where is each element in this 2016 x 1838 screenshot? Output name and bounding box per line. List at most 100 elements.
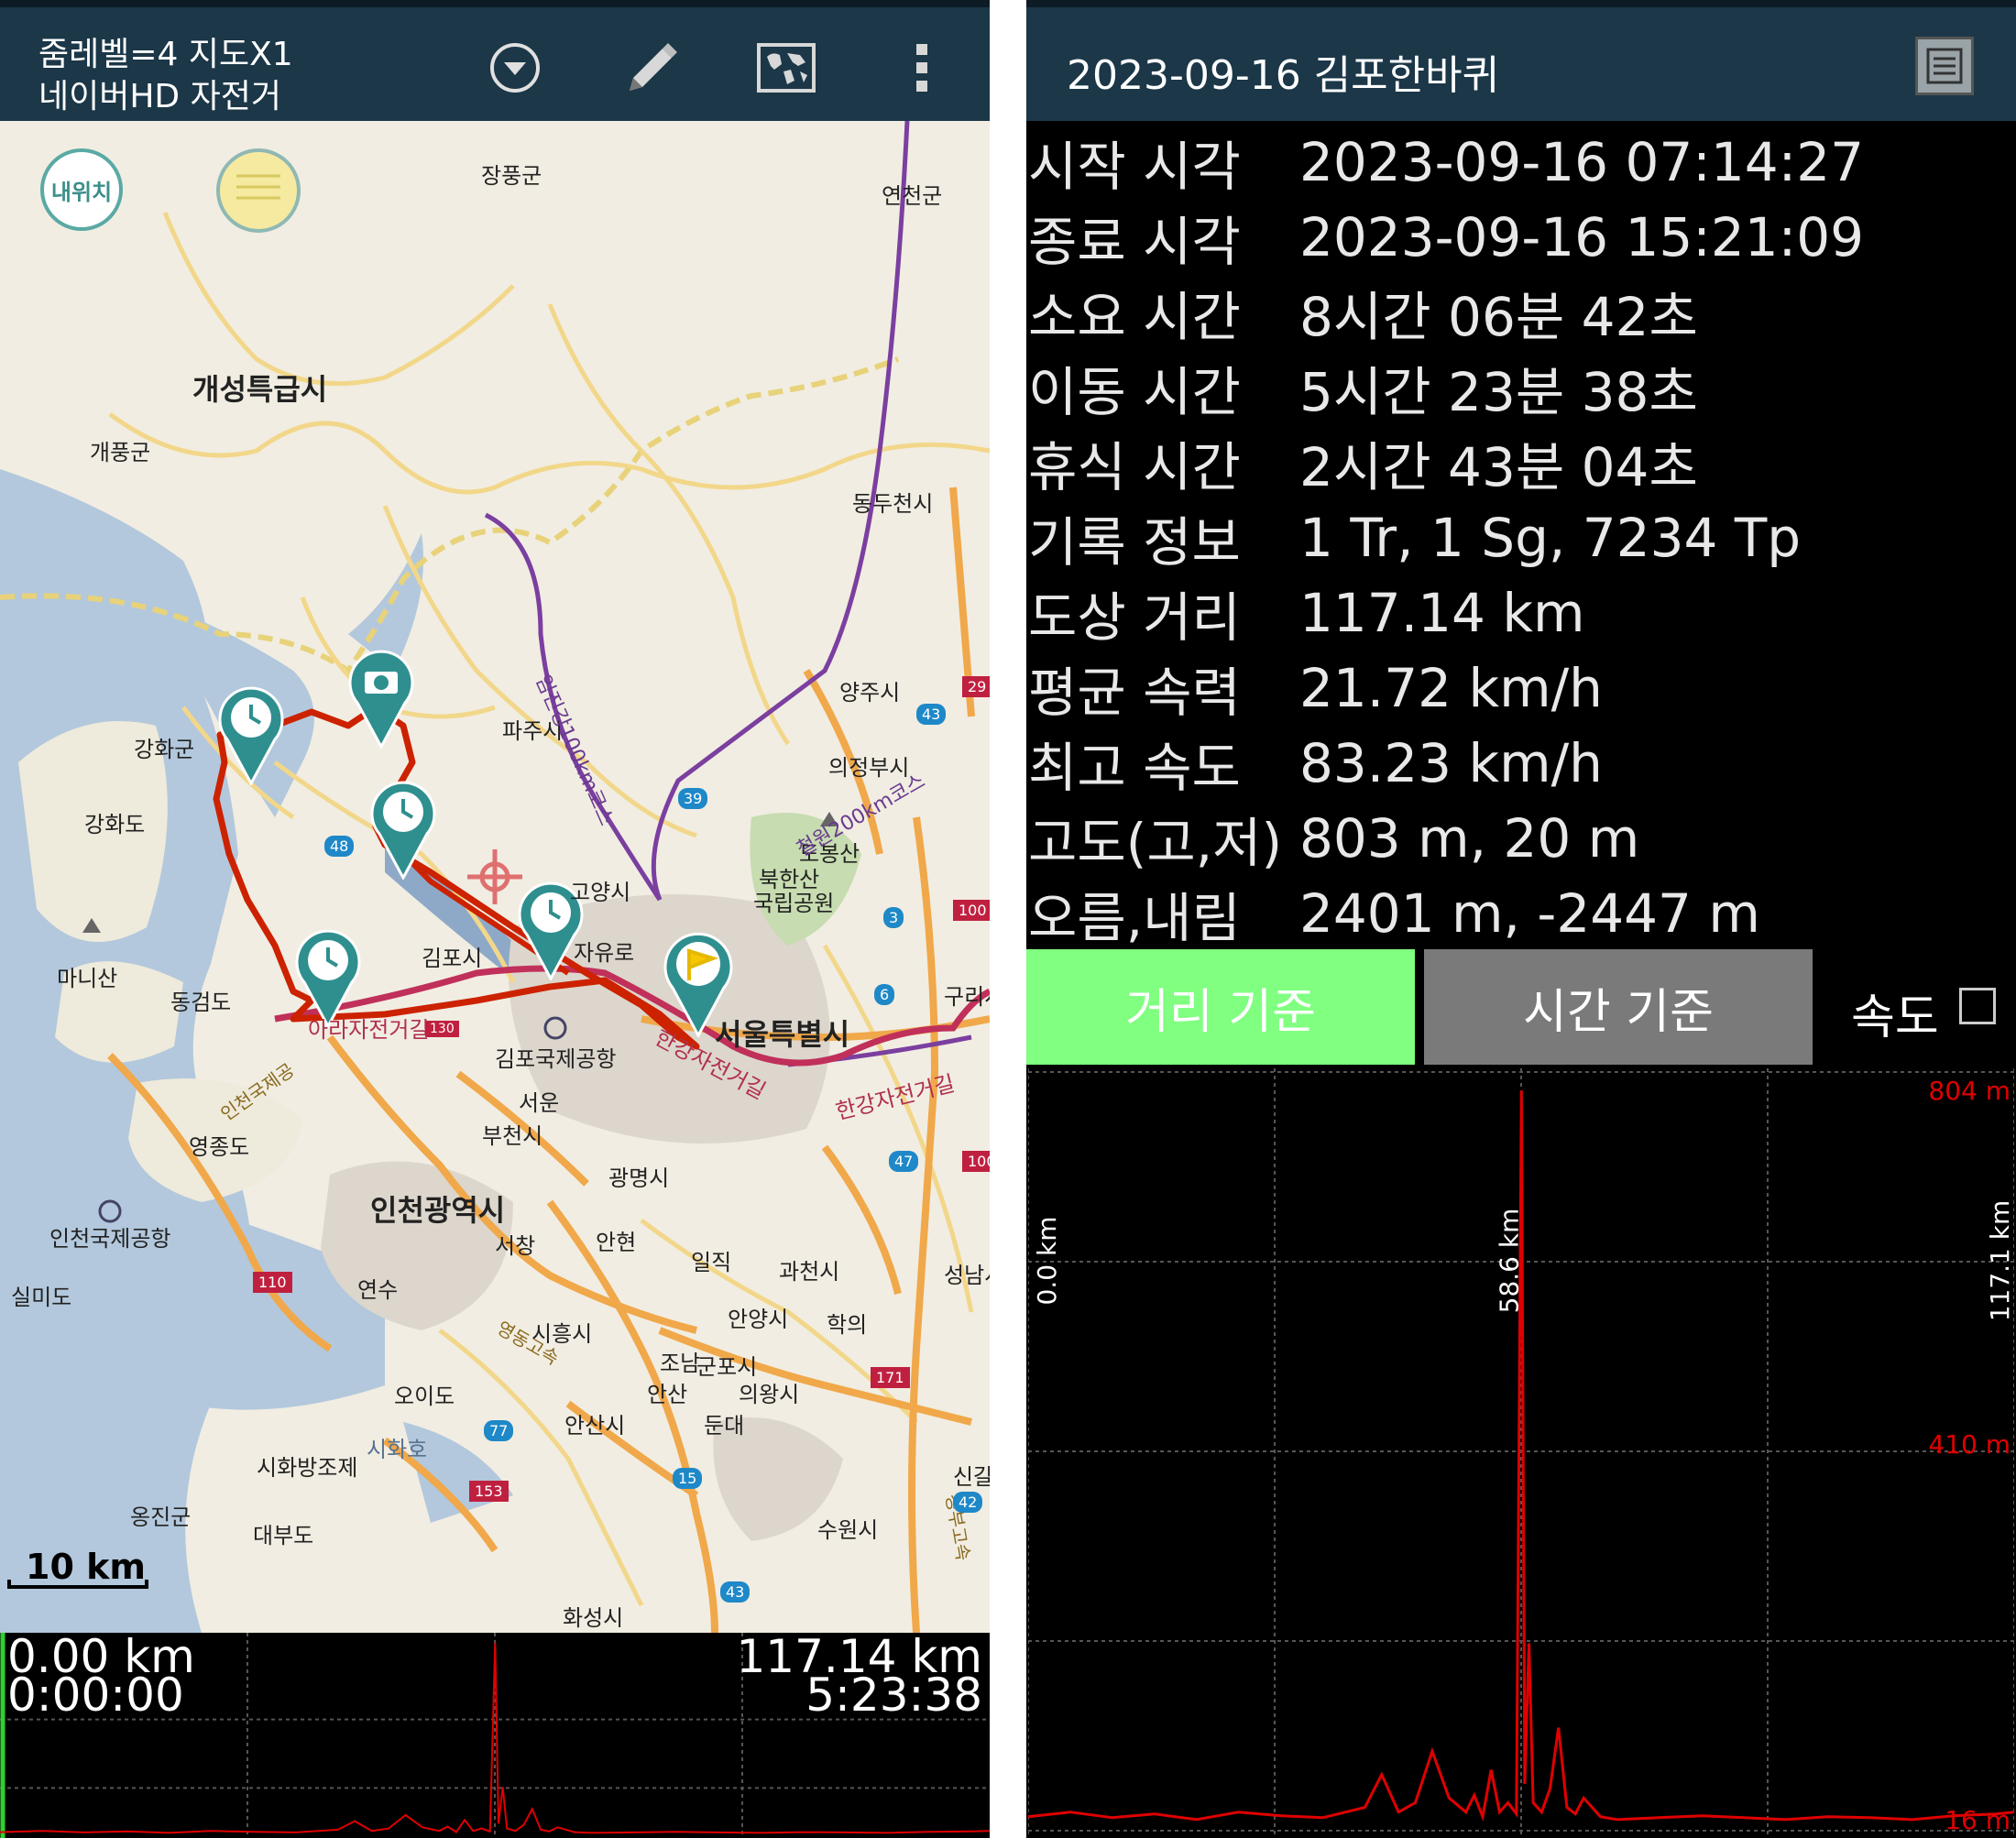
map-view[interactable]: 내위치 장풍군 연천군 개성특급시 개풍군 동두천시 양주시 파주시 강화군 강… [0, 121, 990, 1633]
place-label: 연천군 [882, 183, 943, 209]
dropdown-circle-icon [490, 43, 540, 93]
place-label: 과천시 [779, 1259, 840, 1285]
place-label: 실미도 [11, 1285, 72, 1310]
place-label: 서울특별시 [715, 1017, 850, 1052]
place-label: 자유로 [574, 940, 635, 966]
stat-value: 2023-09-16 07:14:27 [1299, 131, 1864, 193]
place-label: 안양시 [728, 1307, 789, 1332]
route-shield: 48 [324, 836, 355, 857]
place-label: 옹진군 [130, 1504, 192, 1530]
waypoint-marker-clock-2[interactable] [370, 779, 436, 880]
stat-value: 2023-09-16 15:21:09 [1299, 206, 1864, 268]
place-label: 일직 [691, 1250, 732, 1275]
route-shield: 29 [962, 676, 990, 697]
map-panel: 줌레벨=4 지도X1 네이버HD 자전거 내위치 장풍군 연천군 개성특급시 개… [0, 0, 990, 1838]
tab-distance-basis[interactable]: 거리 기준 [1026, 949, 1415, 1065]
elevation-profile-chart[interactable]: 0.0 km 58.6 km 117.1 km 804 m 410 m 16 m [1028, 1068, 2014, 1838]
place-label: 서창 [495, 1233, 536, 1259]
route-shield: 39 [678, 788, 708, 809]
route-shield: 171 [871, 1367, 910, 1388]
stat-value: 21.72 km/h [1299, 657, 1603, 719]
stat-row-end-time: 종료 시각 2023-09-16 15:21:09 [1026, 200, 2016, 275]
place-label: 서운 [519, 1090, 560, 1116]
mini-elevation-profile[interactable]: 0.00 km 0:00:00 117.14 km 5:23:38 [0, 1633, 990, 1838]
stat-value: 5시간 23분 38초 [1299, 361, 1698, 423]
place-label: 강화도 [84, 812, 146, 837]
place-label: 국립공원 [753, 891, 835, 916]
chart-x-tick-label: 58.6 km [1494, 1209, 1524, 1314]
track-info-panel: 2023-09-16 김포한바퀴 시작 시각 2023-09-16 07:14:2… [1026, 0, 2016, 1838]
place-label: 구리시 [944, 984, 990, 1010]
route-shield: 42 [953, 1492, 983, 1513]
route-label: 아라자전거길 [308, 1017, 430, 1043]
place-label: 학의 [827, 1312, 868, 1338]
list-icon [1926, 48, 1963, 84]
place-label: 신갈 [953, 1464, 990, 1490]
place-label: 안현 [596, 1230, 637, 1255]
memo-icon [236, 174, 280, 200]
speed-checkbox-label: 속도 [1851, 990, 1939, 1045]
route-shield: 77 [484, 1420, 514, 1441]
place-label: 안산시 [564, 1413, 626, 1439]
stat-value: 803 m, 20 m [1299, 807, 1640, 870]
world-map-icon [757, 43, 816, 93]
stat-value: 2시간 43분 04초 [1299, 436, 1698, 498]
place-label: 인천국제공항 [49, 1226, 171, 1252]
elevation-series-line [1028, 1090, 2014, 1822]
route-shield: 47 [889, 1151, 919, 1172]
stat-row-moving-time: 이동 시간 5시간 23분 38초 [1026, 350, 2016, 425]
stat-row-distance: 도상 거리 117.14 km [1026, 575, 2016, 651]
stat-row-avg-speed: 평균 속력 21.72 km/h [1026, 651, 2016, 726]
place-label: 영종도 [189, 1134, 250, 1160]
track-title: 2023-09-16 김포한바퀴 [1067, 52, 1500, 99]
place-label: 성남시 [944, 1263, 990, 1288]
stat-label: 기록 정보 [1028, 511, 1241, 574]
place-label: 김포시 [422, 946, 483, 971]
route-shield: 110 [253, 1272, 292, 1293]
place-label: 광명시 [608, 1165, 670, 1191]
route-shield: 130 [425, 1021, 459, 1037]
route-shield: 153 [469, 1481, 509, 1502]
route-shield: 43 [916, 704, 947, 725]
place-label: 동검도 [170, 990, 232, 1015]
stat-label: 오름,내림 [1028, 887, 1241, 949]
overflow-menu-button[interactable] [885, 31, 959, 104]
stat-label: 휴식 시간 [1028, 436, 1241, 498]
chart-y-tick-label: 804 m [1928, 1076, 2011, 1106]
place-label: 둔대 [704, 1413, 745, 1439]
waypoint-marker-clock[interactable] [218, 684, 284, 785]
dropdown-button[interactable] [478, 31, 552, 104]
stat-label: 이동 시간 [1028, 361, 1241, 423]
stat-label: 도상 거리 [1028, 586, 1241, 649]
chart-y-tick-label: 16 m [1945, 1805, 2011, 1835]
stat-label: 종료 시각 [1028, 211, 1241, 273]
my-location-label: 내위치 [50, 179, 113, 205]
scale-label: 10 km [26, 1547, 146, 1587]
map-toolbar: 줌레벨=4 지도X1 네이버HD 자전거 [0, 0, 990, 121]
place-label: 양주시 [839, 680, 901, 706]
my-location-button[interactable]: 내위치 [40, 148, 123, 231]
stat-row-elapsed-time: 소요 시간 8시간 06분 42초 [1026, 275, 2016, 350]
track-header: 2023-09-16 김포한바퀴 [1026, 0, 2016, 121]
chart-x-tick-label: 117.1 km [1985, 1200, 2014, 1322]
place-label: 인천광역시 [370, 1193, 506, 1228]
tab-time-basis[interactable]: 시간 기준 [1424, 949, 1813, 1065]
zoom-level-label: 줌레벨=4 지도X1 [38, 36, 293, 73]
speed-checkbox[interactable] [1959, 988, 1996, 1024]
route-shield: 3 [883, 907, 904, 928]
place-label: 동두천시 [852, 491, 934, 517]
map-select-button[interactable] [750, 31, 823, 104]
edit-button[interactable] [614, 31, 687, 104]
stat-value: 1 Tr, 1 Sg, 7234 Tp [1299, 507, 1802, 569]
photo-marker-camera[interactable] [348, 648, 414, 749]
stat-row-altitude: 고도(고,저) 803 m, 20 m [1026, 801, 2016, 876]
stat-row-record-info: 기록 정보 1 Tr, 1 Sg, 7234 Tp [1026, 500, 2016, 575]
list-menu-button[interactable] [1915, 37, 1974, 95]
stat-label: 소요 시간 [1028, 286, 1241, 348]
stat-label: 최고 속도 [1028, 737, 1241, 799]
place-label: 강화군 [134, 737, 195, 762]
place-label: 장풍군 [481, 163, 542, 189]
layer-toggle-button[interactable] [216, 148, 301, 233]
place-label: 개성특급시 [192, 372, 328, 407]
stat-row-rest-time: 휴식 시간 2시간 43분 04초 [1026, 425, 2016, 500]
